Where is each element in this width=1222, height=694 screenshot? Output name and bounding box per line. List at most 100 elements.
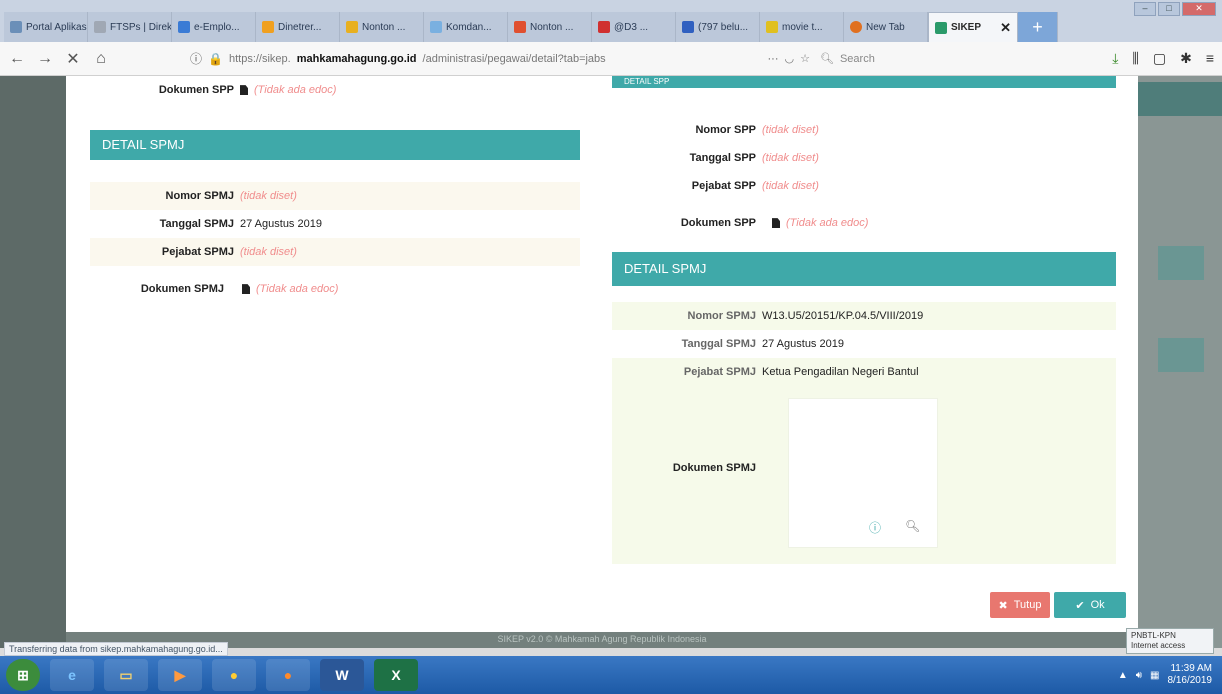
start-button-icon[interactable]: ⊞	[6, 659, 40, 691]
field-value: (Tidak ada edoc)	[762, 217, 868, 229]
pejabat-spmj-row: Pejabat SPMJ Ketua Pengadilan Negeri Ban…	[612, 358, 1116, 386]
tab-e-employee[interactable]: e-Emplo...	[172, 12, 256, 42]
excel-icon[interactable]: X	[374, 659, 418, 691]
info-icon[interactable]: ⓘ	[190, 50, 202, 67]
stop-icon[interactable]: ✕	[64, 49, 82, 69]
field-label: Tanggal SPMJ	[159, 218, 234, 230]
dokumen-spp-row: Dokumen SPP (Tidak ada edoc)	[612, 206, 1116, 240]
clock-time: 11:39 AM	[1170, 663, 1212, 674]
nomor-spmj-row: Nomor SPMJ W13.U5/20151/KP.04.5/VIII/201…	[612, 302, 1116, 330]
sidebar-icon[interactable]: ▢	[1153, 50, 1166, 67]
tab-label: e-Emplo...	[194, 21, 240, 33]
spmj-fields: Nomor SPMJ W13.U5/20151/KP.04.5/VIII/201…	[612, 302, 1116, 564]
tutup-button[interactable]: ✖ Tutup	[990, 592, 1050, 618]
field-label: Nomor SPMJ	[165, 190, 234, 202]
app-content-dimmed	[1138, 76, 1222, 648]
library-icon[interactable]: ⫼	[1132, 50, 1138, 67]
tab-797[interactable]: (797 belu...	[676, 12, 760, 42]
info-icon[interactable]: ⓘ	[869, 519, 881, 536]
system-tray: ▲ 🔊︎ ▦ 11:39 AM 8/16/2019	[1118, 663, 1222, 687]
internet-explorer-icon[interactable]: e	[50, 659, 94, 691]
tanggal-spmj-row: Tanggal SPMJ 27 Agustus 2019	[612, 330, 1116, 358]
field-label: Nomor SPP	[695, 124, 756, 136]
field-value: (Tidak ada edoc)	[240, 84, 336, 96]
zoom-icon[interactable]: 🔍︎	[905, 519, 920, 533]
search-input[interactable]: 🔍︎ Search	[820, 47, 1010, 71]
word-icon[interactable]: W	[320, 659, 364, 691]
dokumen-spmj-label: Dokumen SPMJ	[672, 462, 756, 474]
url-path: /administrasi/pegawai/detail?tab=jabs	[422, 52, 606, 65]
page-actions-icon[interactable]: ···	[768, 53, 779, 65]
clock[interactable]: 11:39 AM 8/16/2019	[1168, 663, 1213, 687]
tanggal-spmj-row: Tanggal SPMJ 27 Agustus 2019	[90, 210, 580, 238]
tooltip-line: PNBTL-KPN	[1131, 631, 1176, 640]
check-icon: ✔	[1075, 599, 1085, 612]
tab-new-tab[interactable]: New Tab	[844, 12, 928, 42]
field-value: 27 Agustus 2019	[762, 338, 844, 350]
pocket-icon[interactable]: ◡	[785, 52, 795, 65]
tray-arrow-icon[interactable]: ▲	[1118, 670, 1128, 681]
site-icon	[94, 21, 106, 33]
close-icon[interactable]: ✕	[1000, 20, 1011, 36]
site-icon	[598, 21, 610, 33]
tab-komdan[interactable]: Komdan...	[424, 12, 508, 42]
minimize-icon[interactable]: –	[1134, 2, 1156, 16]
tab-nonton-2[interactable]: Nonton ...	[508, 12, 592, 42]
dimmed-header-bar	[1138, 82, 1222, 116]
tooltip-line: Internet access	[1131, 641, 1186, 650]
tab-d3[interactable]: @D3 ...	[592, 12, 676, 42]
site-icon	[10, 21, 22, 33]
spmj-doc-panel: Pejabat SPMJ Ketua Pengadilan Negeri Ban…	[612, 358, 1116, 564]
dimmed-button	[1158, 246, 1204, 280]
field-value: (tidak diset)	[762, 180, 819, 192]
tab-label: Dinetrer...	[278, 21, 322, 33]
bookmark-star-icon[interactable]: ☆	[800, 52, 810, 65]
window-close-icon[interactable]: ✕	[1182, 2, 1216, 16]
tab-nonton-1[interactable]: Nonton ...	[340, 12, 424, 42]
home-icon[interactable]: ⌂	[92, 50, 110, 68]
chrome-icon[interactable]: ●	[212, 659, 256, 691]
ok-button[interactable]: ✔ Ok	[1054, 592, 1126, 618]
field-value: W13.U5/20151/KP.04.5/VIII/2019	[762, 310, 924, 322]
maximize-icon[interactable]: □	[1158, 2, 1180, 16]
forward-icon[interactable]: →	[36, 50, 54, 68]
extension-icon[interactable]: ✱	[1180, 50, 1192, 67]
field-label: Dokumen SPP	[158, 84, 234, 96]
tab-label: Portal Aplikasi	[26, 21, 88, 33]
search-icon: 🔍︎	[820, 53, 834, 65]
tutup-label: Tutup	[1013, 599, 1042, 611]
url-bar[interactable]: ⓘ 🔒 https://sikep. mahkamahagung.go.id/ad…	[190, 47, 810, 71]
firefox-icon[interactable]: ●	[266, 659, 310, 691]
tab-movie[interactable]: movie t...	[760, 12, 844, 42]
volume-icon[interactable]: 🔊︎	[1136, 670, 1142, 681]
file-explorer-icon[interactable]: ▭	[104, 659, 148, 691]
field-value: (tidak diset)	[240, 190, 297, 202]
no-edoc-text: (Tidak ada edoc)	[256, 283, 339, 295]
download-icon[interactable]: ⤓	[1112, 50, 1118, 67]
no-edoc-text: (Tidak ada edoc)	[254, 84, 337, 96]
tab-portal-aplikasi[interactable]: Portal Aplikasi	[4, 12, 88, 42]
tab-sikep[interactable]: SIKEP ✕	[928, 12, 1018, 42]
tab-ftsps[interactable]: FTSPs | Direk...	[88, 12, 172, 42]
toolbar-icons: ⤓ ⫼ ▢ ✱ ≡	[1112, 50, 1214, 67]
network-icon[interactable]: ▦	[1150, 670, 1159, 681]
document-icon	[240, 85, 248, 96]
pejabat-spp-row: Pejabat SPP (tidak diset)	[612, 172, 1116, 200]
window-controls: – □ ✕	[1134, 2, 1216, 16]
network-tooltip: PNBTL-KPN Internet access	[1126, 628, 1214, 654]
document-preview[interactable]: ⓘ 🔍︎	[788, 398, 938, 548]
tab-label: SIKEP	[951, 22, 982, 33]
site-icon	[514, 21, 526, 33]
back-icon[interactable]: ←	[8, 50, 26, 68]
tab-label: Nonton ...	[530, 21, 574, 33]
new-tab-button[interactable]: +	[1018, 12, 1058, 42]
nomor-spp-row: Nomor SPP (tidak diset)	[612, 116, 1116, 144]
site-icon	[178, 21, 190, 33]
left-column: Dokumen SPP (Tidak ada edoc) DETAIL SPMJ…	[90, 76, 580, 306]
browser-navbar: ← → ✕ ⌂ ⓘ 🔒 https://sikep. mahkamahagung.…	[0, 42, 1222, 76]
field-label: Pejabat SPP	[691, 180, 756, 192]
menu-icon[interactable]: ≡	[1206, 50, 1214, 67]
nomor-spmj-row: Nomor SPMJ (tidak diset)	[90, 182, 580, 210]
media-player-icon[interactable]: ▶	[158, 659, 202, 691]
tab-dinetrer[interactable]: Dinetrer...	[256, 12, 340, 42]
